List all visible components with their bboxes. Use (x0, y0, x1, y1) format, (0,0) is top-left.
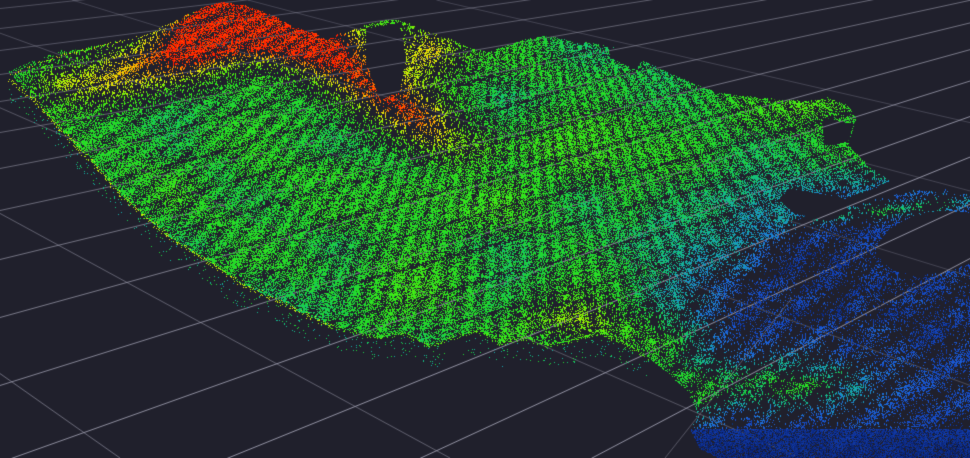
pointcloud-viewport[interactable] (0, 0, 970, 458)
viewer-window (0, 0, 970, 458)
